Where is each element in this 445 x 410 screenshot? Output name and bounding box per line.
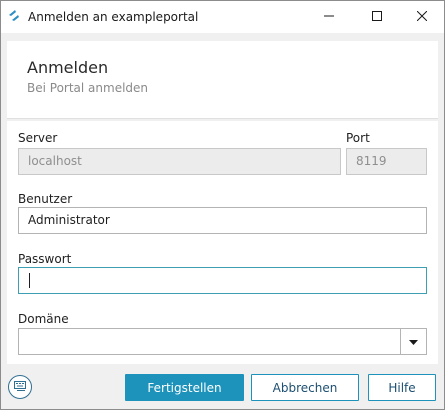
- server-label: Server: [18, 131, 58, 145]
- maximize-button[interactable]: [354, 1, 400, 33]
- minimize-button[interactable]: [306, 1, 352, 33]
- maximize-icon: [372, 10, 382, 24]
- text-caret: [29, 273, 30, 288]
- cancel-button[interactable]: Abbrechen: [251, 374, 359, 401]
- title-bar[interactable]: Anmelden an exampleportal: [1, 1, 444, 33]
- login-form: Server localhost Port 8119 Benutzer Admi…: [7, 121, 438, 364]
- help-button[interactable]: Hilfe: [368, 374, 436, 401]
- close-icon: [416, 10, 428, 24]
- dialog-footer: Fertigstellen Abbrechen Hilfe: [1, 364, 444, 409]
- port-field[interactable]: 8119: [346, 148, 427, 175]
- finish-button[interactable]: Fertigstellen: [125, 374, 244, 401]
- close-button[interactable]: [399, 1, 445, 33]
- user-field[interactable]: Administrator: [18, 207, 427, 234]
- user-label: Benutzer: [18, 192, 73, 206]
- minimize-icon: [324, 10, 334, 24]
- server-field[interactable]: localhost: [18, 148, 341, 175]
- window-title: Anmelden an exampleportal: [28, 10, 199, 24]
- keyboard-icon: [14, 380, 26, 394]
- keyboard-toggle-button[interactable]: [8, 375, 32, 399]
- login-dialog: Anmelden an exampleportal Anmelden Bei P…: [0, 0, 445, 410]
- chevron-down-icon: [409, 329, 418, 354]
- app-logo-icon: [7, 9, 21, 23]
- domain-select[interactable]: [18, 328, 427, 355]
- dialog-header: Anmelden Bei Portal anmelden: [7, 41, 438, 119]
- domain-label: Domäne: [18, 312, 69, 326]
- password-label: Passwort: [18, 252, 72, 266]
- page-title: Anmelden: [27, 58, 109, 77]
- domain-dropdown-button[interactable]: [400, 329, 426, 354]
- password-field[interactable]: [18, 267, 427, 294]
- page-subtitle: Bei Portal anmelden: [27, 81, 149, 95]
- port-label: Port: [346, 131, 370, 145]
